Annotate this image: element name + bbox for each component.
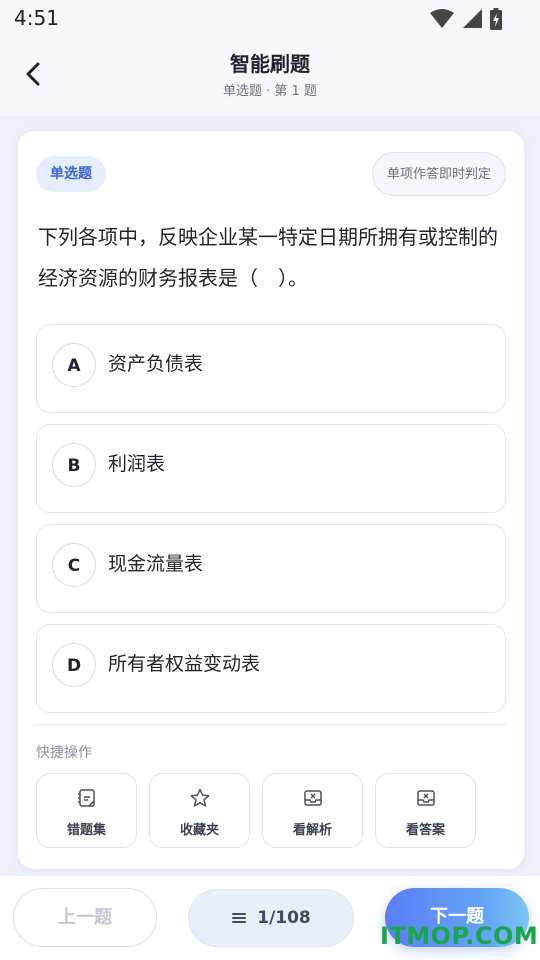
question-progress-button[interactable]: 1/108 bbox=[188, 889, 354, 947]
status-time: 4:51 bbox=[14, 6, 59, 30]
progress-text: 1/108 bbox=[257, 908, 311, 928]
question-text: 下列各项中，反映企业某一特定日期所拥有或控制的经济资源的财务报表是（ ）。 bbox=[38, 225, 498, 290]
divider bbox=[36, 724, 506, 725]
option-text: 利润表 bbox=[108, 453, 166, 475]
option-letter: A bbox=[52, 343, 96, 387]
question-card: 单选题 单项作答即时判定 下列各项中，反映企业某一特定日期所拥有或控制的经济资源… bbox=[18, 131, 524, 869]
option-text: 现金流量表 bbox=[108, 553, 204, 575]
view-answer-button[interactable]: 看答案 bbox=[375, 773, 476, 848]
quick-action-label: 看解析 bbox=[292, 823, 332, 838]
view-analysis-button[interactable]: 看解析 bbox=[262, 773, 363, 848]
option-text: 所有者权益变动表 bbox=[108, 653, 261, 675]
battery-icon bbox=[490, 8, 502, 30]
menu-icon bbox=[232, 913, 247, 923]
previous-question-button[interactable]: 上一题 bbox=[13, 888, 157, 947]
answer-mode-chip[interactable]: 单项作答即时判定 bbox=[371, 152, 506, 196]
watermark-text: ITMOP.COM bbox=[380, 922, 539, 950]
star-icon bbox=[190, 788, 210, 807]
option-text: 资产负债表 bbox=[108, 353, 204, 375]
status-icons bbox=[430, 8, 502, 30]
page-title: 智能刷题 bbox=[230, 52, 310, 76]
quick-action-label: 错题集 bbox=[66, 823, 106, 838]
status-bar: 4:51 bbox=[0, 0, 540, 36]
favorites-button[interactable]: 收藏夹 bbox=[149, 773, 250, 848]
option-letter: B bbox=[52, 443, 96, 487]
option-letter: D bbox=[52, 643, 96, 687]
question-type-badge: 单选题 bbox=[36, 156, 106, 192]
option-c[interactable]: C 现金流量表 bbox=[36, 524, 506, 613]
inbox-icon bbox=[304, 790, 322, 806]
signal-icon bbox=[463, 9, 482, 28]
option-letter: C bbox=[52, 543, 96, 587]
wifi-icon bbox=[430, 9, 454, 28]
option-d[interactable]: D 所有者权益变动表 bbox=[36, 624, 506, 713]
option-a[interactable]: A 资产负债表 bbox=[36, 324, 506, 413]
wrong-questions-button[interactable]: 错题集 bbox=[36, 773, 137, 848]
quick-action-label: 收藏夹 bbox=[179, 823, 219, 838]
notebook-icon bbox=[78, 789, 95, 807]
option-b[interactable]: B 利润表 bbox=[36, 424, 506, 513]
page-subtitle: 单选题 · 第 1 题 bbox=[223, 84, 317, 99]
inbox-icon bbox=[417, 790, 435, 806]
app-header: 智能刷题 单选题 · 第 1 题 bbox=[0, 36, 540, 116]
quick-actions-label: 快捷操作 bbox=[36, 745, 92, 761]
quick-action-label: 看答案 bbox=[405, 823, 445, 838]
